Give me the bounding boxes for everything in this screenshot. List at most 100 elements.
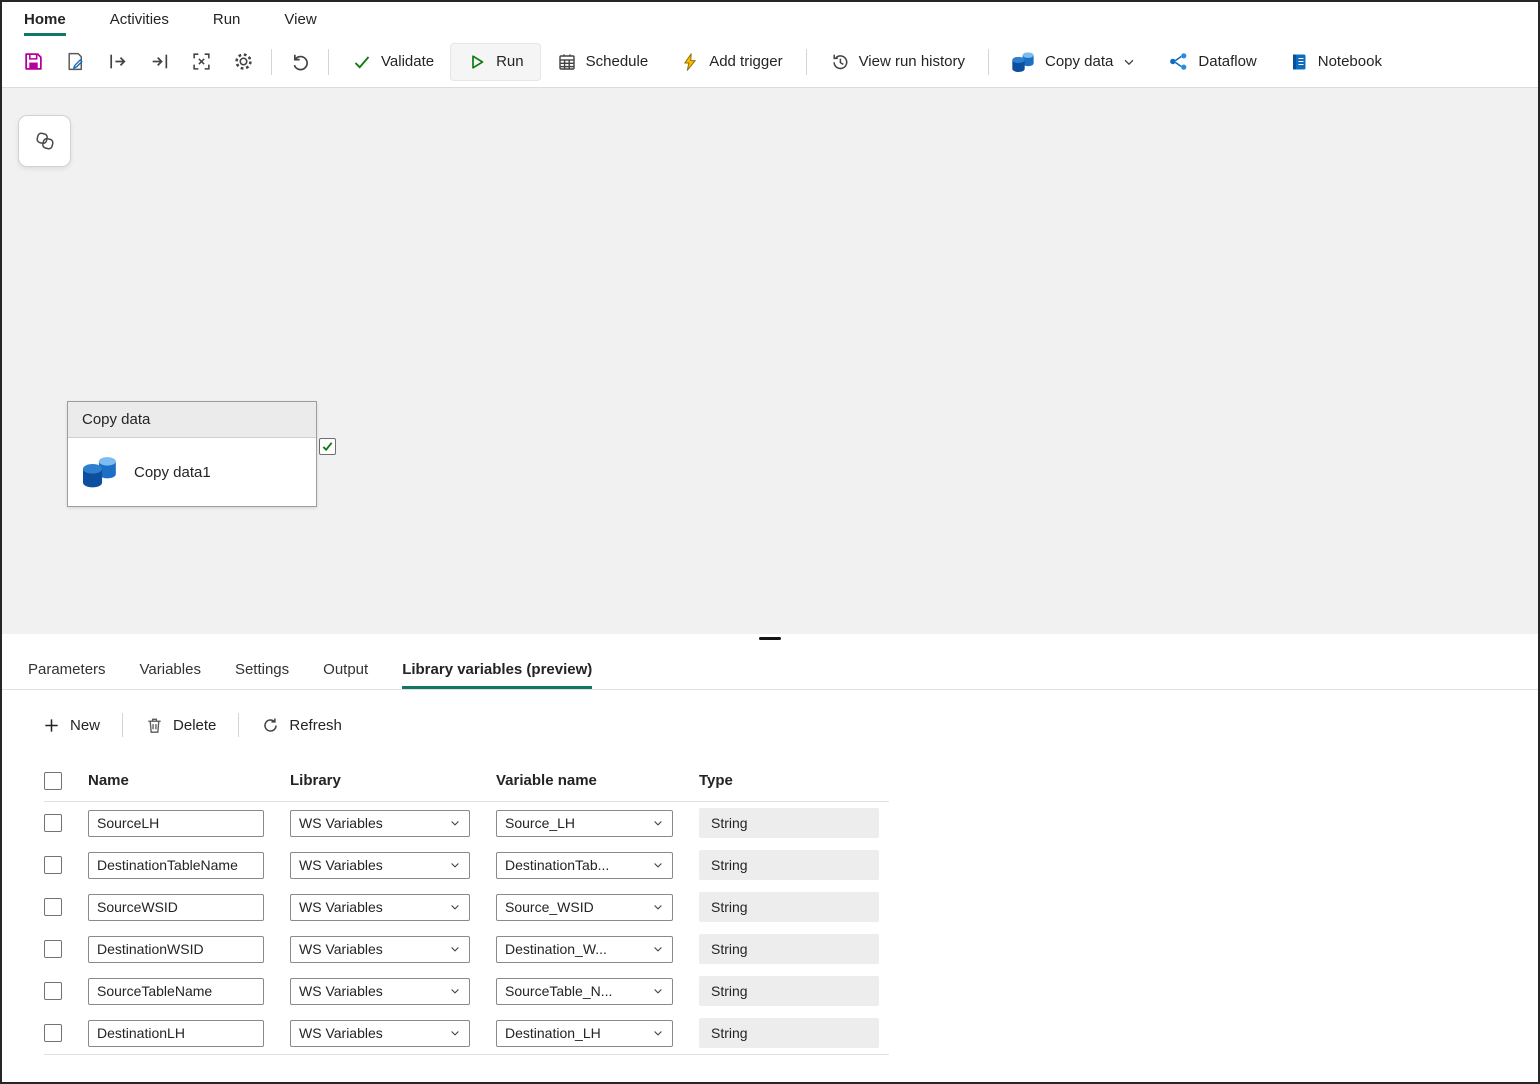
table-row: WS Variables SourceTable_N... String [44, 970, 889, 1012]
trash-icon [148, 718, 161, 733]
settings-button[interactable] [222, 43, 264, 81]
pipeline-canvas[interactable]: Copy data Copy data1 [2, 88, 1538, 634]
variable-type-field: String [699, 808, 879, 838]
copy-data-activity-card[interactable]: Copy data Copy data1 [67, 401, 336, 507]
refresh-icon [264, 717, 278, 732]
new-label: New [70, 716, 101, 734]
library-dropdown[interactable]: WS Variables [290, 977, 470, 1005]
menu-tab-run[interactable]: Run [213, 2, 241, 36]
copy-data-menu-button[interactable]: Copy data [996, 43, 1152, 81]
activity-type-label: Copy data [82, 411, 151, 428]
variable-name-dropdown-value: Source_LH [505, 815, 576, 831]
chevron-down-icon [451, 863, 459, 868]
library-dropdown[interactable]: WS Variables [290, 893, 470, 921]
variable-name-dropdown[interactable]: Destination_W... [496, 935, 673, 963]
tab-settings[interactable]: Settings [235, 650, 289, 689]
variable-name-dropdown[interactable]: Destination_LH [496, 1019, 673, 1047]
schedule-button[interactable]: Schedule [541, 43, 665, 81]
variable-name-dropdown[interactable]: Source_LH [496, 809, 673, 837]
row-checkbox[interactable] [44, 940, 62, 958]
copy-data-label: Copy data [1045, 53, 1114, 70]
edit-button[interactable] [54, 43, 96, 81]
library-dropdown[interactable]: WS Variables [290, 935, 470, 963]
row-checkbox[interactable] [44, 856, 62, 874]
variable-type-field: String [699, 892, 879, 922]
edit-document-icon [67, 52, 82, 71]
library-dropdown[interactable]: WS Variables [290, 851, 470, 879]
validate-label: Validate [381, 53, 435, 70]
column-header-variable-name: Variable name [496, 772, 597, 789]
view-run-history-button[interactable]: View run history [814, 43, 981, 81]
splitter-drag-handle[interactable] [759, 637, 781, 640]
plus-icon [45, 718, 58, 732]
import-button[interactable] [138, 43, 180, 81]
delete-variable-button[interactable]: Delete [141, 707, 220, 743]
dataflow-label: Dataflow [1198, 53, 1257, 70]
table-row: WS Variables Destination_LH String [44, 1012, 889, 1054]
table-row: WS Variables Source_WSID String [44, 886, 889, 928]
variable-name-dropdown[interactable]: SourceTable_N... [496, 977, 673, 1005]
ribbon-menubar: Home Activities Run View [2, 2, 1538, 36]
variable-name-input[interactable] [88, 809, 264, 837]
new-variable-button[interactable]: New [38, 707, 104, 743]
export-button[interactable] [96, 43, 138, 81]
save-icon [24, 53, 42, 70]
panel-splitter [2, 634, 1538, 650]
chevron-down-icon [451, 947, 459, 952]
chevron-down-icon [451, 905, 459, 910]
activity-card-body: Copy data1 [68, 438, 316, 506]
library-dropdown[interactable]: WS Variables [290, 809, 470, 837]
save-button[interactable] [12, 43, 54, 81]
variable-name-input[interactable] [88, 893, 264, 921]
variable-name-dropdown-value: Destination_W... [505, 941, 607, 957]
menu-tab-view[interactable]: View [284, 2, 316, 36]
schedule-label: Schedule [585, 53, 649, 70]
column-header-library: Library [290, 772, 341, 789]
lightning-icon [684, 52, 696, 71]
tab-library-variables[interactable]: Library variables (preview) [402, 650, 593, 689]
table-row: WS Variables DestinationTab... String [44, 844, 889, 886]
table-row: WS Variables Source_LH String [44, 802, 889, 844]
dataflow-button[interactable]: Dataflow [1152, 43, 1272, 81]
variable-name-dropdown[interactable]: Source_WSID [496, 893, 673, 921]
checkmark-icon [322, 442, 333, 452]
refresh-button[interactable]: Refresh [257, 707, 346, 743]
copilot-button[interactable] [18, 115, 71, 167]
row-checkbox[interactable] [44, 982, 62, 1000]
variable-name-input[interactable] [88, 935, 264, 963]
library-dropdown-value: WS Variables [299, 983, 383, 999]
library-dropdown[interactable]: WS Variables [290, 1019, 470, 1047]
variable-type-field: String [699, 850, 879, 880]
tab-variables[interactable]: Variables [140, 650, 201, 689]
chevron-down-icon [654, 821, 662, 826]
tab-parameters[interactable]: Parameters [28, 650, 106, 689]
copilot-icon [35, 132, 54, 150]
activity-state-checkbox[interactable] [319, 438, 336, 455]
toolbar-divider [271, 48, 272, 75]
run-button[interactable]: Run [450, 42, 541, 81]
properties-panel-tabs: Parameters Variables Settings Output Lib… [2, 650, 1538, 690]
validate-button[interactable]: Validate [336, 43, 450, 81]
variable-name-dropdown[interactable]: DestinationTab... [496, 851, 673, 879]
menu-tab-home[interactable]: Home [24, 2, 66, 36]
menu-tab-activities[interactable]: Activities [110, 2, 169, 36]
pipeline-editor-window: Home Activities Run View Validate Run Sc… [0, 0, 1540, 1084]
variable-name-input[interactable] [88, 1019, 264, 1047]
tab-output[interactable]: Output [323, 650, 368, 689]
variable-name-dropdown-value: Destination_LH [505, 1025, 601, 1041]
chevron-down-icon [654, 905, 662, 910]
row-checkbox[interactable] [44, 1024, 62, 1042]
add-trigger-button[interactable]: Add trigger [664, 43, 798, 81]
variable-name-input[interactable] [88, 851, 264, 879]
undo-button[interactable] [279, 43, 321, 81]
variable-name-dropdown-value: DestinationTab... [505, 857, 610, 873]
variable-name-input[interactable] [88, 977, 264, 1005]
variable-type-field: String [699, 1018, 879, 1048]
select-all-checkbox[interactable] [44, 771, 62, 790]
row-checkbox[interactable] [44, 898, 62, 916]
copy-data-database-icon [1012, 51, 1034, 72]
fit-to-screen-button[interactable] [180, 43, 222, 81]
chevron-down-icon [451, 989, 459, 994]
notebook-button[interactable]: Notebook [1273, 43, 1398, 81]
row-checkbox[interactable] [44, 814, 62, 832]
